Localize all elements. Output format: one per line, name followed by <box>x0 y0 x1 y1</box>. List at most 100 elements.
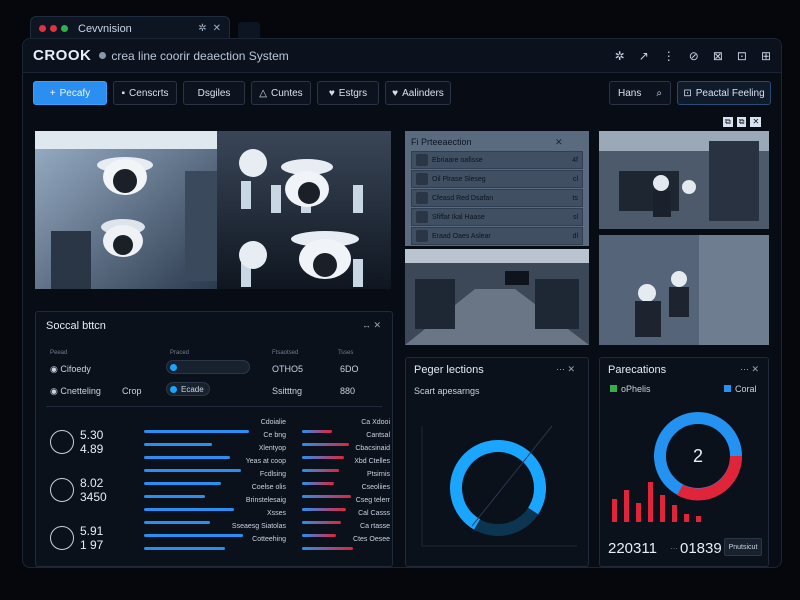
close-icon[interactable]: ✕ <box>750 117 762 127</box>
right-bar <box>302 547 353 550</box>
right-bar-label: Cantsal <box>366 432 390 439</box>
mid-bar-label: Cotteehing <box>252 536 286 543</box>
search-field-text: Hans <box>618 87 642 99</box>
legend-swatch-blue <box>724 385 731 392</box>
stat-value: 8.02 <box>80 476 104 490</box>
camera-feed-warehouse[interactable] <box>405 249 589 345</box>
stat-gauge-icon <box>50 430 74 454</box>
status-dot-icon <box>99 52 107 59</box>
red-bar <box>660 495 665 522</box>
detection-list-item[interactable]: Oil Plrase Sleseg cl <box>411 170 583 188</box>
parcations-button[interactable]: Pnutsicut <box>724 538 762 556</box>
red-bar <box>624 490 629 522</box>
mid-bar <box>144 495 205 498</box>
right-bar-label: Ctes Oesee <box>353 536 390 543</box>
stat-value: 3450 <box>80 490 107 504</box>
more-icon[interactable]: ⋮ <box>663 49 675 63</box>
nav-item-dsgiles[interactable]: Dsgiles <box>183 81 245 105</box>
legend-swatch-green <box>610 385 617 392</box>
social-panel-controls[interactable]: ↔ ✕ <box>362 320 381 331</box>
social-panel-title: Soccal bttcn <box>46 320 106 332</box>
camera-feed-main-image <box>35 131 391 289</box>
thumbnail-icon <box>416 173 428 185</box>
num-mid: 01839 <box>680 540 722 557</box>
settings-icon[interactable]: ✲ <box>615 49 625 63</box>
pin-icon: ♥ <box>328 87 335 99</box>
minimize-window-dot[interactable] <box>50 25 57 32</box>
stat-value: 5.91 <box>80 524 104 538</box>
row1-col4: 6DO <box>340 364 359 374</box>
triangle-icon: △ <box>259 87 267 99</box>
parcations-panel-title: Parecations <box>608 364 667 376</box>
maximize-window-dot[interactable] <box>61 25 68 32</box>
camera-feed-main[interactable] <box>35 131 391 289</box>
detection-list-close-icon[interactable]: ✕ <box>555 137 563 148</box>
camera-icon: ▪ <box>121 87 126 99</box>
right-bar-label: Xbd Ctelles <box>354 458 390 465</box>
detection-list-title: Fi Prteeaection <box>411 137 472 147</box>
donut-red <box>677 455 743 501</box>
detection-item-label: Eraad Oaes Aslear <box>432 232 491 240</box>
detection-list-item[interactable]: Ebriaare oafisse 4f <box>411 151 583 169</box>
camera-feed-people-top[interactable] <box>599 131 769 229</box>
nav-item-aalinders[interactable]: ♥ Aalinders <box>385 81 451 105</box>
app-window: CROOK crea line coorir deaection System … <box>22 38 782 568</box>
browser-tab[interactable]: Cevvnision ✲ ✕ <box>30 16 230 40</box>
grid-icon[interactable]: ⊞ <box>761 49 771 63</box>
brand-logo: CROOK <box>33 47 92 64</box>
mid-bar-label: Cdoialie <box>260 419 286 426</box>
parcations-panel: Parecations ⋯ ✕ oPhelis Coral 2 220311 ⋯… <box>599 357 769 567</box>
copy-icon[interactable]: ⧉ <box>736 117 747 127</box>
row1-field[interactable] <box>166 360 250 374</box>
detection-list-item[interactable]: Sfiffat Ikal Haase sl <box>411 208 583 226</box>
close-window-dot[interactable] <box>39 25 46 32</box>
thumbnail-icon <box>416 230 428 242</box>
camera-feed-warehouse-image <box>405 249 589 345</box>
mid-bar-label: Fcdlsing <box>259 471 286 478</box>
row2-toggle-icon <box>170 386 177 393</box>
detection-item-label: Ebriaare oafisse <box>432 156 483 164</box>
live-feed-button[interactable]: ⊡ Peactal Feeling <box>677 81 771 105</box>
tab-settings-icon[interactable]: ✲ <box>198 23 206 34</box>
share-icon[interactable]: ↗ <box>639 49 649 63</box>
search-field[interactable]: Hans ⌕ <box>609 81 671 105</box>
nav-item-pecafy[interactable]: + Pecafy <box>33 81 107 105</box>
nav-item-cuntes[interactable]: △ Cuntes <box>251 81 311 105</box>
stat-gauge-icon <box>50 478 74 502</box>
row2-name-text: Cnetteling <box>60 386 101 396</box>
thumbnail-icon <box>416 192 428 204</box>
row1-name-text: Cifoedy <box>60 364 91 374</box>
col-head-1: Peead <box>50 350 68 356</box>
block-icon[interactable]: ⊘ <box>689 49 699 63</box>
nav-item-estgrs[interactable]: ♥ Estgrs <box>317 81 379 105</box>
row2-field-value: Ecade <box>181 385 204 394</box>
camera-feed-people-bottom[interactable] <box>599 235 769 345</box>
performance-panel-controls[interactable]: ⋯ ✕ <box>556 364 575 375</box>
nav-item-censcrts[interactable]: ▪ Censcrts <box>113 81 177 105</box>
detection-item-value: cl <box>572 175 578 183</box>
row2-extra: Crop <box>122 386 142 396</box>
detection-list-item[interactable]: Cfeasd Red Dsafan ts <box>411 189 583 207</box>
parcations-panel-controls[interactable]: ⋯ ✕ <box>740 364 759 375</box>
red-bar <box>696 516 701 522</box>
red-bar <box>684 514 689 522</box>
parcations-chart: 2 <box>612 412 743 522</box>
performance-gauge <box>421 425 577 547</box>
legend-left: oPhelis <box>610 384 651 394</box>
window-icon[interactable]: ⊡ <box>737 49 747 63</box>
layout-icon[interactable]: ⧉ <box>723 117 733 127</box>
screenshot-icon[interactable]: ⊠ <box>713 49 723 63</box>
camera-feed-people-bottom-image <box>599 235 769 345</box>
search-icon[interactable]: ⌕ <box>656 88 662 99</box>
camera-feed-people-top-image <box>599 131 769 229</box>
row1-col3: OTHO5 <box>272 364 304 374</box>
stat-value: 5.30 <box>80 428 104 442</box>
row2-field[interactable]: Ecade <box>166 382 210 396</box>
right-bar <box>302 430 332 433</box>
detection-item-value: sl <box>572 213 578 221</box>
detection-list-item[interactable]: Eraad Oaes Aslear dl <box>411 227 583 245</box>
thumbnail-icon <box>416 211 428 223</box>
tab-close-icon[interactable]: ✕ <box>213 23 221 34</box>
performance-subtitle: Scart apesarngs <box>414 386 480 396</box>
stat-value: 4.89 <box>80 442 104 456</box>
